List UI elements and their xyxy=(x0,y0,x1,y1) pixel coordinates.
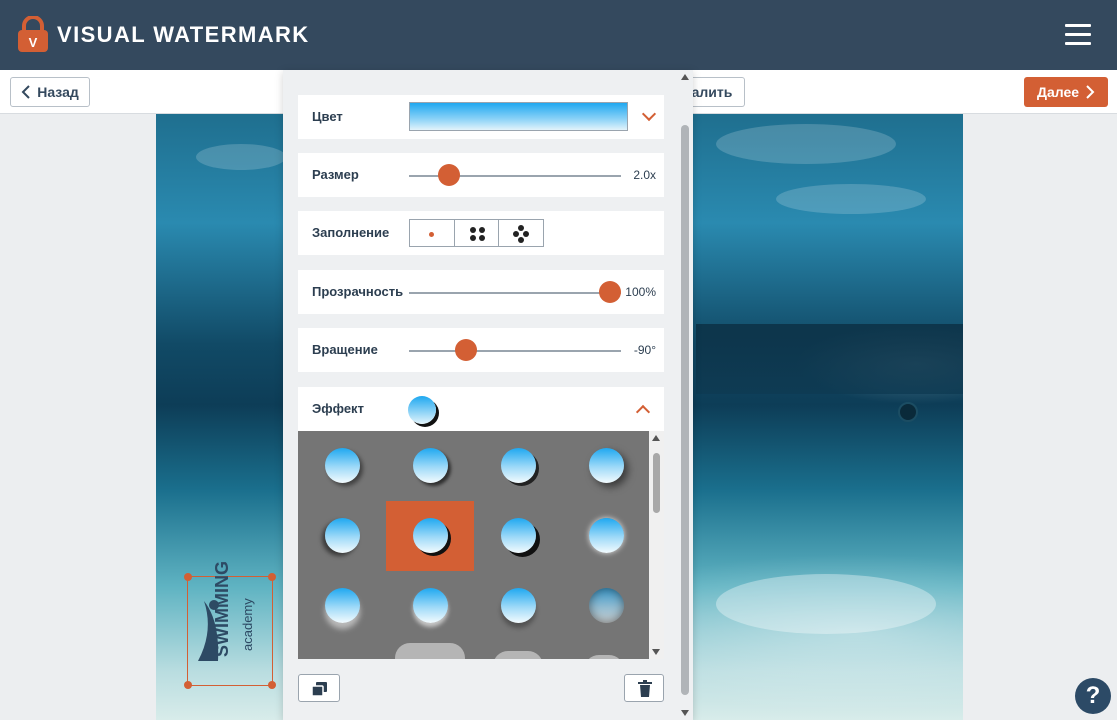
size-row: Размер 2.0x xyxy=(298,153,664,197)
effect-ball-icon xyxy=(325,448,360,483)
rotation-slider-thumb[interactable] xyxy=(455,339,478,361)
back-button-label: Назад xyxy=(37,84,79,100)
back-button[interactable]: Назад xyxy=(10,77,90,107)
effect-option[interactable] xyxy=(474,571,562,641)
color-label: Цвет xyxy=(312,109,343,124)
fill-row: Заполнение xyxy=(298,211,664,255)
effect-ball-icon xyxy=(501,588,536,623)
resize-handle[interactable] xyxy=(268,681,276,689)
fill-mode-group xyxy=(409,219,544,247)
effect-ball-icon xyxy=(589,588,624,623)
effect-option[interactable] xyxy=(562,571,650,641)
lock-logo-icon: V xyxy=(18,16,48,52)
effect-grid xyxy=(298,431,664,659)
rotation-row: Вращение -90° xyxy=(298,328,664,372)
scroll-up-icon[interactable] xyxy=(652,435,660,441)
fill-label: Заполнение xyxy=(312,225,390,240)
effect-ball-icon xyxy=(413,448,448,483)
opacity-label: Прозрачность xyxy=(312,284,404,299)
effect-ball-icon xyxy=(413,518,448,553)
effect-ball-icon xyxy=(413,588,448,623)
effect-option[interactable] xyxy=(298,431,386,501)
resize-handle[interactable] xyxy=(184,573,192,581)
effect-ball-icon xyxy=(589,448,624,483)
rotation-label: Вращение xyxy=(312,342,378,357)
panel-scrollbar[interactable] xyxy=(678,70,693,720)
scroll-down-icon[interactable] xyxy=(681,710,689,716)
next-button-label: Далее xyxy=(1036,84,1080,100)
scrollbar-thumb[interactable] xyxy=(653,453,660,513)
fill-pattern-button[interactable] xyxy=(499,220,543,246)
effect-grid-scrollbar[interactable] xyxy=(649,431,664,659)
trash-icon xyxy=(638,680,652,697)
watermark-settings-panel: Цвет Размер 2.0x Заполнение Прозрачность… xyxy=(283,70,693,720)
chevron-left-icon xyxy=(21,85,30,99)
scroll-up-icon[interactable] xyxy=(681,74,689,80)
delete-watermark-label: алить xyxy=(691,84,733,100)
effect-preview xyxy=(408,396,436,424)
watermark-text: SWIMMING xyxy=(212,561,232,657)
chevron-down-icon[interactable] xyxy=(641,106,657,122)
help-button[interactable]: ? xyxy=(1075,678,1111,714)
color-swatch[interactable] xyxy=(409,102,628,131)
effect-ball-icon xyxy=(325,588,360,623)
size-value: 2.0x xyxy=(633,168,656,182)
color-row: Цвет xyxy=(298,95,664,139)
app-title: VISUAL WATERMARK xyxy=(57,22,310,47)
duplicate-icon xyxy=(311,682,327,697)
effect-option[interactable] xyxy=(386,431,474,501)
effect-option[interactable] xyxy=(386,571,474,641)
effect-option[interactable] xyxy=(493,651,543,659)
chevron-right-icon xyxy=(1086,85,1095,99)
scrollbar-thumb[interactable] xyxy=(681,125,689,695)
rotation-value: -90° xyxy=(633,343,656,357)
effect-ball-icon xyxy=(501,518,536,553)
effect-row: Эффект xyxy=(298,387,664,431)
opacity-value: 100% xyxy=(625,285,656,299)
size-slider-thumb[interactable] xyxy=(438,164,461,186)
effect-ball-icon xyxy=(589,518,624,553)
resize-handle[interactable] xyxy=(184,681,192,689)
opacity-row: Прозрачность 100% xyxy=(298,270,664,314)
watermark-selection[interactable]: SWIMMING academy xyxy=(184,561,276,689)
delete-button[interactable] xyxy=(624,674,664,702)
svg-text:V: V xyxy=(29,35,38,50)
pool-drain xyxy=(898,402,918,422)
effect-option[interactable] xyxy=(298,571,386,641)
next-button[interactable]: Далее xyxy=(1024,77,1108,107)
hamburger-menu-icon[interactable] xyxy=(1065,24,1091,46)
effect-option[interactable] xyxy=(298,501,386,571)
effect-ball-icon xyxy=(501,448,536,483)
effect-option[interactable] xyxy=(474,431,562,501)
app-header: V VISUAL WATERMARK xyxy=(0,0,1117,70)
chevron-up-icon[interactable] xyxy=(635,404,651,420)
duplicate-button[interactable] xyxy=(298,674,340,702)
effect-option[interactable] xyxy=(562,501,650,571)
effect-option[interactable] xyxy=(562,431,650,501)
scroll-down-icon[interactable] xyxy=(652,649,660,655)
resize-handle[interactable] xyxy=(268,573,276,581)
effect-option[interactable] xyxy=(395,643,465,659)
fill-grid-button[interactable] xyxy=(455,220,500,246)
fill-single-button[interactable] xyxy=(410,220,455,246)
effect-option[interactable] xyxy=(474,501,562,571)
size-label: Размер xyxy=(312,167,359,182)
opacity-slider-track[interactable] xyxy=(409,292,621,294)
effect-option[interactable] xyxy=(386,501,474,571)
effect-ball-icon xyxy=(325,518,360,553)
rotation-slider-track[interactable] xyxy=(409,350,621,352)
opacity-slider-thumb[interactable] xyxy=(599,281,622,303)
effect-option[interactable] xyxy=(584,655,624,659)
watermark-subtext: academy xyxy=(240,598,255,651)
pool-wall xyxy=(696,324,963,394)
effect-label: Эффект xyxy=(312,401,364,416)
